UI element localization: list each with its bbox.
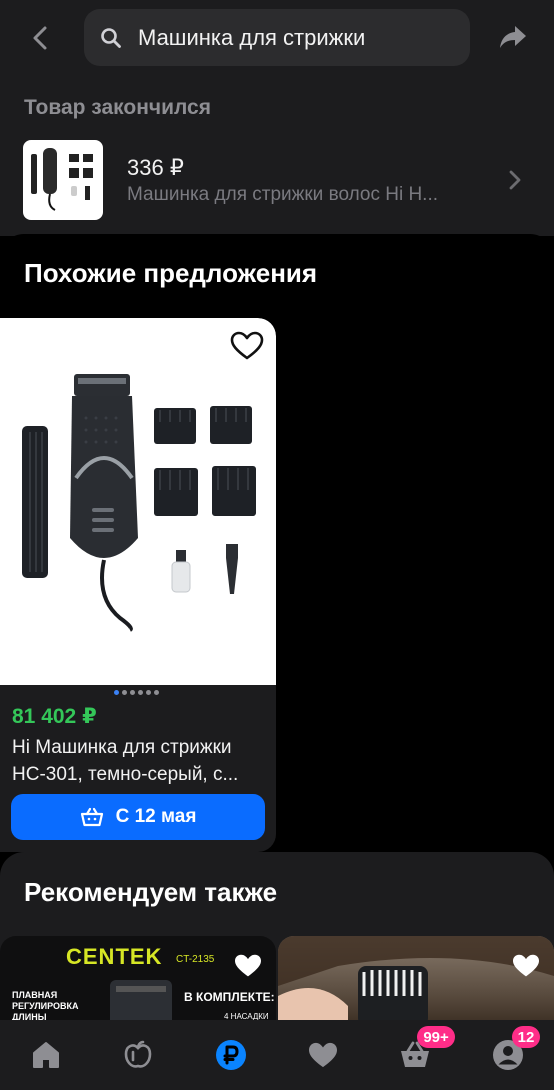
heart-outline-icon [230,331,264,360]
nav-favorites[interactable] [277,1020,369,1090]
product-price: 336 ₽ [127,155,184,180]
delivery-date-label: С 12 мая [115,806,197,827]
ruble-icon [215,1040,246,1070]
kit-label: В КОМПЛЕКТЕ: [184,990,275,1004]
product-image [110,980,172,1026]
pagination-dot [122,690,127,695]
nav-catalog[interactable] [92,1020,184,1090]
favorite-button[interactable] [228,946,268,986]
bottom-navigation: 99+ 12 [0,1020,554,1090]
delivery-date-button[interactable]: С 12 мая [11,794,265,840]
pagination-dot [138,690,143,695]
basket-badge: 99+ [417,1026,455,1048]
nav-home[interactable] [0,1020,92,1090]
pagination-dot [146,690,151,695]
search-input[interactable]: Машинка для стрижки [138,25,365,51]
recommend-card[interactable]: CENTEK CT-2135 ПЛАВНАЯ РЕГУЛИРОВКА ДЛИНЫ… [0,936,276,1026]
recommend-section-title: Рекомендуем также [24,877,278,907]
pagination-dot [130,690,135,695]
recommend-card[interactable] [278,936,554,1026]
profile-badge: 12 [511,1026,541,1048]
product-card[interactable]: 81 402 ₽ Hi Машинка для стрижки HC-301, … [0,318,276,852]
heart-icon [235,954,261,977]
model-label: CT-2135 [176,954,215,965]
product-image[interactable] [0,318,276,685]
out-of-stock-title: Товар закончился [24,96,211,119]
back-button[interactable] [22,22,58,54]
heart-icon [513,954,539,977]
similar-section-title: Похожие предложения [24,258,318,288]
catalog-icon [125,1040,152,1068]
card-title[interactable]: Hi Машинка для стрижки HC-301, темно-сер… [12,734,268,788]
favorite-button[interactable] [227,326,267,366]
nav-finance[interactable] [185,1020,277,1090]
share-button[interactable] [494,20,532,54]
pagination-dot [154,690,159,695]
favorite-button[interactable] [506,946,546,986]
nav-profile[interactable]: 12 [462,1020,554,1090]
share-icon [500,26,526,48]
pagination-dot [114,690,119,695]
search-bar[interactable]: Машинка для стрижки [84,9,470,66]
search-icon [98,25,124,51]
top-panel: Машинка для стрижки Товар закончился 336… [0,0,554,236]
card-price: 81 402 ₽ [12,705,97,728]
promo-text: ПЛАВНАЯ РЕГУЛИРОВКА ДЛИНЫ [12,990,79,1022]
image-pagination-dots [114,690,159,695]
heart-icon [309,1042,338,1068]
chevron-left-icon [33,26,47,50]
home-icon [33,1042,60,1068]
out-of-stock-item[interactable]: 336 ₽ Машинка для стрижки волос Hi H... [0,134,554,228]
product-thumbnail [23,140,103,220]
basket-icon [80,807,103,827]
chevron-right-icon [509,170,521,190]
product-name: Машинка для стрижки волос Hi H... [127,184,439,205]
brand-logo: CENTEK [66,944,163,969]
nav-basket[interactable]: 99+ [369,1020,461,1090]
